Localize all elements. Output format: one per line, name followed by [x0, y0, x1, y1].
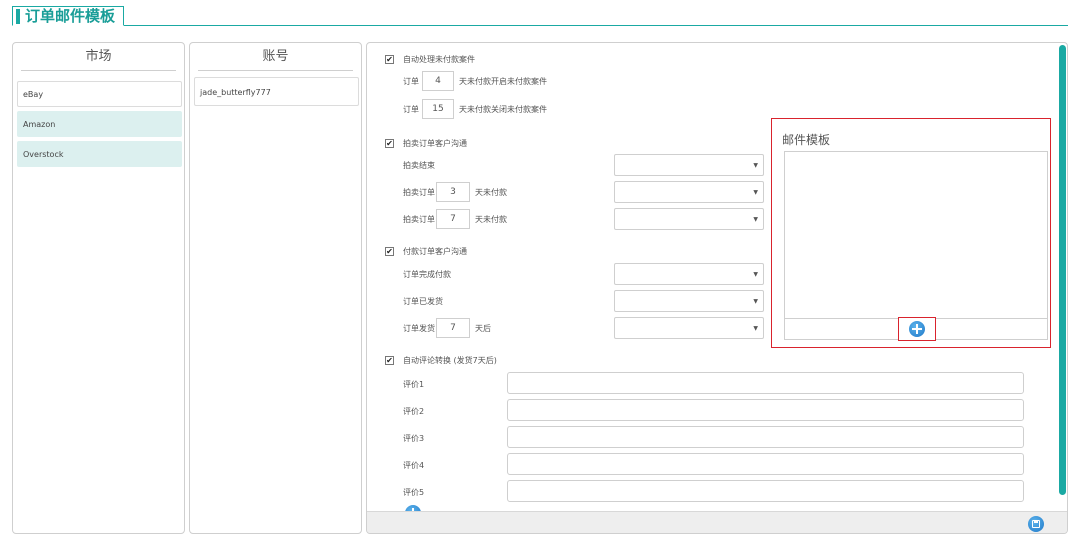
auction-unpaid2-suffix: 天未付款	[475, 215, 507, 224]
email-template-footer	[784, 317, 1048, 341]
plus-circle-icon	[909, 321, 925, 337]
feedback-2-input[interactable]	[507, 399, 1024, 421]
open-case-suffix: 天未付款开启未付款案件	[459, 77, 547, 86]
open-case-days-input[interactable]: 4	[422, 71, 454, 91]
paid-after-days-input[interactable]: 7	[436, 318, 470, 338]
settings-panel: ✔ 自动处理未付款案件 订单 4 天未付款开启未付款案件 订单 15 天未付款关…	[366, 42, 1068, 534]
auction-checkbox[interactable]: ✔	[385, 139, 394, 148]
auction-unpaid1-days-input[interactable]: 3	[436, 182, 470, 202]
paid-checkbox[interactable]: ✔	[385, 247, 394, 256]
unpaid-case-checkbox[interactable]: ✔	[385, 55, 394, 64]
auction-unpaid2-prefix: 拍卖订单	[403, 215, 435, 224]
feedback-3-label: 评价3	[403, 434, 425, 443]
auction-label: 拍卖订单客户沟通	[403, 139, 467, 148]
market-item-amazon[interactable]: Amazon	[17, 111, 182, 137]
title-bar: 订单邮件模板	[12, 6, 1068, 26]
unpaid-case-label: 自动处理未付款案件	[403, 55, 475, 64]
chevron-down-icon: ▼	[753, 162, 758, 169]
email-template-list[interactable]	[784, 151, 1048, 318]
paid-complete-select[interactable]: ▼	[614, 263, 764, 285]
market-item-overstock[interactable]: Overstock	[17, 141, 182, 167]
feedback-3-input[interactable]	[507, 426, 1024, 448]
email-template-box: 邮件模板	[771, 118, 1051, 348]
feedback-4-label: 评价4	[403, 461, 425, 470]
market-panel: 市场 eBay Amazon Overstock	[12, 42, 185, 534]
open-case-prefix: 订单	[403, 77, 419, 86]
feedback-checkbox[interactable]: ✔	[385, 356, 394, 365]
paid-after-prefix: 订单发货	[403, 324, 435, 333]
market-item-ebay[interactable]: eBay	[17, 81, 182, 107]
vertical-scrollbar[interactable]	[1059, 45, 1066, 495]
feedback-2-label: 评价2	[403, 407, 425, 416]
page-title: 订单邮件模板	[12, 6, 125, 26]
chevron-down-icon: ▼	[753, 216, 758, 223]
account-panel: 账号 jade_butterfly777	[189, 42, 362, 534]
close-case-prefix: 订单	[403, 105, 419, 114]
auction-unpaid2-days-input[interactable]: 7	[436, 209, 470, 229]
account-header: 账号	[198, 43, 353, 71]
feedback-5-label: 评价5	[403, 488, 425, 497]
paid-after-suffix: 天后	[475, 324, 491, 333]
auction-unpaid1-select[interactable]: ▼	[614, 181, 764, 203]
email-template-title: 邮件模板	[782, 133, 831, 147]
market-header: 市场	[21, 43, 176, 71]
close-case-days-input[interactable]: 15	[422, 99, 454, 119]
chevron-down-icon: ▼	[753, 298, 758, 305]
paid-complete-label: 订单完成付款	[403, 270, 451, 279]
feedback-label: 自动评论转换 (发货7天后)	[403, 356, 497, 365]
paid-label: 付款订单客户沟通	[403, 247, 467, 256]
account-item[interactable]: jade_butterfly777	[194, 77, 359, 106]
save-icon[interactable]	[1028, 516, 1044, 532]
close-case-suffix: 天未付款关闭未付款案件	[459, 105, 547, 114]
paid-shipped-label: 订单已发货	[403, 297, 443, 306]
auction-unpaid1-prefix: 拍卖订单	[403, 188, 435, 197]
add-template-button[interactable]	[898, 317, 936, 341]
auction-end-label: 拍卖结束	[403, 161, 435, 170]
feedback-1-input[interactable]	[507, 372, 1024, 394]
paid-shipped-select[interactable]: ▼	[614, 290, 764, 312]
auction-end-select[interactable]: ▼	[614, 154, 764, 176]
auction-unpaid2-select[interactable]: ▼	[614, 208, 764, 230]
chevron-down-icon: ▼	[753, 325, 758, 332]
chevron-down-icon: ▼	[753, 271, 758, 278]
feedback-4-input[interactable]	[507, 453, 1024, 475]
bottom-toolbar	[367, 511, 1067, 533]
chevron-down-icon: ▼	[753, 189, 758, 196]
feedback-1-label: 评价1	[403, 380, 425, 389]
paid-after-select[interactable]: ▼	[614, 317, 764, 339]
auction-unpaid1-suffix: 天未付款	[475, 188, 507, 197]
feedback-5-input[interactable]	[507, 480, 1024, 502]
